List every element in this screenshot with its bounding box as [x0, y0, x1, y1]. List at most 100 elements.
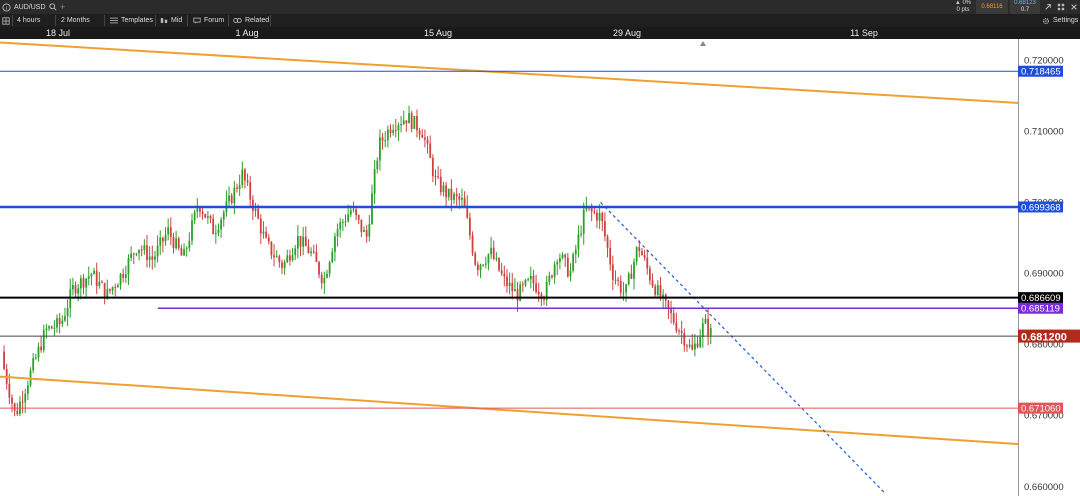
candle-body	[331, 251, 334, 263]
add-tab-button[interactable]: +	[60, 0, 65, 14]
candle-body	[606, 236, 609, 248]
candle-body	[633, 261, 635, 279]
candle-body	[180, 248, 183, 256]
candle-body	[101, 281, 103, 283]
candle-body	[124, 274, 127, 278]
price-chart[interactable]: 0.7200000.7100000.7000000.6900000.680000…	[0, 39, 1080, 496]
candle-body	[11, 397, 13, 404]
candle-body	[603, 221, 606, 237]
candle-body	[21, 401, 24, 403]
candle-body	[315, 252, 318, 263]
candle-body	[286, 255, 289, 263]
candle-body	[42, 330, 45, 351]
candle-body	[601, 212, 604, 222]
bid-box[interactable]: 0.68116	[976, 0, 1008, 14]
candle-body	[701, 323, 704, 338]
candle-body	[680, 331, 683, 334]
candle-body	[132, 253, 135, 255]
close-icon[interactable]	[1070, 0, 1078, 14]
candle-body	[188, 240, 191, 249]
candle-body	[543, 299, 545, 301]
candle-body	[328, 262, 331, 274]
candle-body	[275, 256, 278, 258]
candle-body	[347, 214, 350, 222]
candle-body	[434, 176, 437, 178]
candle-body	[114, 287, 117, 289]
candle-body	[8, 383, 11, 398]
candle-body	[429, 143, 432, 158]
candle-body	[138, 249, 140, 254]
candle-body	[474, 253, 477, 265]
timeframe-button[interactable]: 4 hours	[17, 14, 40, 27]
candle-body	[683, 333, 686, 346]
candle-body	[453, 194, 455, 200]
candle-body	[495, 258, 498, 260]
candle-body	[167, 227, 170, 235]
forum-button[interactable]: Forum	[193, 14, 224, 27]
candle-body	[355, 209, 357, 216]
candle-body	[238, 185, 241, 189]
candle-body	[217, 229, 220, 233]
candle-body	[672, 313, 675, 323]
candle-body	[278, 256, 281, 263]
change-indicator: ▲ 0% 0 pts	[952, 0, 974, 14]
candle-body	[529, 275, 532, 280]
candle-body	[98, 281, 101, 287]
candle-body	[492, 247, 495, 259]
candle-body	[386, 129, 389, 141]
price-label: 0.685119	[1021, 304, 1060, 315]
expand-icon[interactable]	[1044, 0, 1052, 14]
candle-body	[352, 209, 355, 211]
candle-body	[326, 273, 328, 278]
mid-button[interactable]: Mid	[160, 14, 182, 27]
candle-body	[627, 273, 630, 285]
candle-body	[659, 285, 662, 298]
symbol-tab[interactable]: i AUD/USD	[2, 0, 57, 14]
candle-body	[95, 270, 98, 287]
candle-body	[402, 120, 405, 125]
search-icon[interactable]	[48, 3, 57, 11]
candle-body	[26, 385, 29, 394]
candle-body	[77, 288, 80, 294]
candle-body	[74, 285, 77, 294]
candle-body	[535, 283, 537, 293]
candle-body	[45, 328, 48, 331]
y-tick-label: 0.710000	[1024, 126, 1064, 137]
candle-body	[265, 231, 268, 238]
change-pts: 0 pts	[956, 7, 970, 13]
related-icon	[233, 18, 242, 23]
candle-body	[320, 274, 323, 284]
candle-body	[61, 320, 64, 325]
candle-body	[116, 285, 119, 288]
candle-body	[559, 258, 561, 262]
candle-body	[413, 116, 416, 129]
candle-body	[148, 256, 151, 260]
candle-body	[349, 210, 352, 215]
candle-body	[32, 358, 35, 371]
settings-button[interactable]: Settings	[1042, 14, 1078, 27]
candle-body	[471, 235, 474, 254]
candle-body	[580, 233, 582, 235]
candle-body	[304, 236, 307, 247]
candle-body	[503, 273, 506, 277]
grid-icon[interactable]	[1057, 0, 1065, 14]
ask-box[interactable]: 0.68123 0.7	[1010, 0, 1040, 14]
candle-body	[445, 185, 447, 198]
y-tick-label: 0.660000	[1024, 482, 1064, 493]
candle-body	[487, 254, 490, 264]
range-button[interactable]: 2 Months	[61, 14, 90, 27]
candle-body	[209, 216, 212, 219]
candle-body	[183, 249, 185, 256]
layout-icon[interactable]	[2, 14, 10, 27]
templates-button[interactable]: Templates	[110, 14, 153, 27]
candle-body	[582, 209, 585, 234]
candle-body	[360, 219, 363, 232]
candle-body	[244, 169, 246, 181]
candle-body	[691, 344, 694, 350]
candle-body	[648, 268, 651, 281]
candle-body	[709, 328, 712, 336]
candle-body	[551, 275, 553, 278]
related-label: Related	[245, 17, 270, 24]
ask-price: 0.68123	[1014, 0, 1036, 6]
related-button[interactable]: Related	[233, 14, 269, 27]
